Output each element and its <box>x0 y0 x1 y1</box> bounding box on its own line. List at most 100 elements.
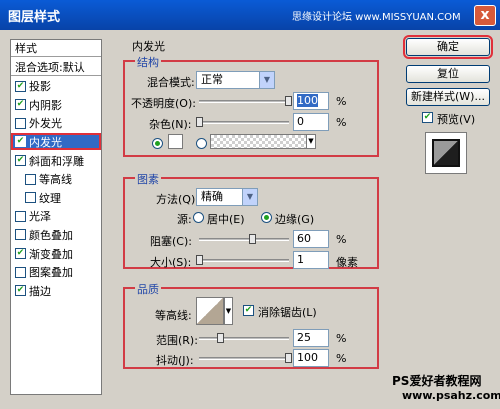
close-button[interactable]: x <box>474 5 496 26</box>
sidebar-checkbox[interactable] <box>25 192 36 204</box>
structure-legend: 结构 <box>135 54 161 70</box>
range-label: 范围(R): <box>156 334 198 347</box>
sidebar-checkbox[interactable] <box>15 117 26 129</box>
new-style-button[interactable]: 新建样式(W)... <box>406 88 490 106</box>
range-unit: % <box>336 332 347 345</box>
noise-label: 杂色(N): <box>149 118 192 131</box>
sidebar-item[interactable]: 纹理 <box>11 189 101 206</box>
blend-mode-value: 正常 <box>201 73 223 86</box>
sidebar-item[interactable]: ✔ 渐变叠加 <box>11 245 101 262</box>
sidebar-item-label: 渐变叠加 <box>29 247 73 261</box>
opacity-slider-track[interactable] <box>199 100 289 103</box>
source-edge-label: 边缘(G) <box>275 213 315 226</box>
sidebar-checkbox[interactable] <box>25 173 36 185</box>
sidebar-item-label: 纹理 <box>39 191 61 205</box>
range-slider-thumb[interactable] <box>217 333 224 343</box>
source-center-label: 居中(E) <box>207 213 245 226</box>
sidebar-checkbox[interactable] <box>15 266 26 278</box>
gradient-picker[interactable]: ▼ <box>210 134 316 149</box>
chevron-down-icon: ▼ <box>242 189 257 205</box>
method-value: 精确 <box>201 190 223 203</box>
noise-slider-track[interactable] <box>199 121 289 124</box>
sidebar-item[interactable]: ✔ 内阴影 <box>11 96 101 113</box>
footer-watermark-line2: www.psahz.com <box>402 389 500 402</box>
opacity-slider-thumb[interactable] <box>285 96 292 106</box>
sidebar-item-label: 斜面和浮雕 <box>29 154 84 168</box>
opacity-input[interactable]: 100 <box>293 92 329 110</box>
jitter-slider-track[interactable] <box>199 357 289 360</box>
contour-label: 等高线: <box>155 309 192 322</box>
preview-label: 预览(V) <box>437 113 476 126</box>
sidebar-item[interactable]: ✔ 投影 <box>11 78 101 95</box>
choke-slider-thumb[interactable] <box>249 234 256 244</box>
styles-header: 样式 <box>11 40 101 57</box>
jitter-input[interactable]: 100 <box>293 349 329 367</box>
sidebar-item-label: 光泽 <box>29 210 51 224</box>
size-unit: 像素 <box>336 256 358 269</box>
preview-checkbox[interactable]: ✔ <box>422 112 433 123</box>
source-edge-radio[interactable] <box>261 212 272 223</box>
method-label: 方法(Q): <box>156 193 199 206</box>
chevron-down-icon: ▼ <box>306 135 315 148</box>
sidebar-item[interactable]: 混合选项:默认 <box>11 59 101 76</box>
sidebar-item[interactable]: 图案叠加 <box>11 264 101 281</box>
sidebar-checkbox[interactable]: ✔ <box>15 80 26 92</box>
jitter-unit: % <box>336 352 347 365</box>
blend-mode-label: 混合模式: <box>147 76 195 89</box>
title-bar: 图层样式 思缘设计论坛 www.MISSYUAN.COM x <box>0 0 500 30</box>
footer-watermark-line1: PS爱好者教程网 <box>392 374 482 388</box>
method-select[interactable]: 精确 ▼ <box>196 188 258 206</box>
noise-slider-thumb[interactable] <box>196 117 203 127</box>
styles-list: 样式 混合选项:默认 ✔ 投影 ✔ 内阴影 外发光 ✔ 内发光 ✔ 斜面和浮雕 等高线 纹理 光泽 颜色叠… <box>10 39 102 395</box>
range-input[interactable]: 25 <box>293 329 329 347</box>
sidebar-checkbox[interactable]: ✔ <box>15 285 26 297</box>
sidebar-item-label: 投影 <box>29 80 51 94</box>
sidebar-checkbox[interactable] <box>15 210 26 222</box>
sidebar-item[interactable]: 等高线 <box>11 171 101 188</box>
sidebar-checkbox[interactable]: ✔ <box>15 136 26 148</box>
size-input[interactable]: 1 <box>293 251 329 269</box>
ok-button[interactable]: 确定 <box>403 35 493 59</box>
antialias-label: 消除锯齿(L) <box>258 306 317 319</box>
sidebar-item[interactable]: ✔ 斜面和浮雕 <box>11 152 101 169</box>
noise-unit: % <box>336 116 347 129</box>
contour-picker[interactable] <box>196 297 224 325</box>
choke-input[interactable]: 60 <box>293 230 329 248</box>
elements-legend: 图素 <box>135 171 161 187</box>
gradient-radio[interactable] <box>196 138 207 149</box>
sidebar-item[interactable]: ✔ 描边 <box>11 282 101 299</box>
sidebar-item-label: 内阴影 <box>29 98 62 112</box>
sidebar-checkbox[interactable]: ✔ <box>15 155 26 166</box>
source-center-radio[interactable] <box>193 212 204 223</box>
watermark: 思缘设计论坛 www.MISSYUAN.COM <box>292 12 461 23</box>
opacity-unit: % <box>336 95 347 108</box>
jitter-slider-thumb[interactable] <box>285 353 292 363</box>
choke-slider-track[interactable] <box>199 238 289 241</box>
sidebar-checkbox[interactable] <box>15 229 26 241</box>
size-slider-track[interactable] <box>199 259 289 262</box>
contour-dropdown[interactable]: ▼ <box>224 297 233 325</box>
size-slider-thumb[interactable] <box>196 255 203 265</box>
preview-thumbnail <box>432 139 460 167</box>
noise-input[interactable]: 0 <box>293 113 329 131</box>
sidebar-item-label: 描边 <box>29 284 51 298</box>
sidebar-item[interactable]: ✔ 内发光 <box>11 133 101 151</box>
blend-mode-select[interactable]: 正常 ▼ <box>196 71 275 89</box>
antialias-checkbox[interactable]: ✔ <box>243 305 254 316</box>
chevron-down-icon: ▼ <box>259 72 274 88</box>
range-slider-track[interactable] <box>199 337 289 340</box>
sidebar-item[interactable]: 光泽 <box>11 208 101 225</box>
reset-button[interactable]: 复位 <box>406 65 490 83</box>
sidebar-item[interactable]: 外发光 <box>11 115 101 132</box>
style-preview <box>425 132 467 174</box>
sidebar-checkbox[interactable]: ✔ <box>15 99 26 111</box>
sidebar-item[interactable]: 颜色叠加 <box>11 226 101 243</box>
glow-color-swatch[interactable] <box>168 134 183 149</box>
jitter-label: 抖动(J): <box>156 354 194 367</box>
sidebar-item-label: 内发光 <box>29 135 62 149</box>
sidebar-item-label: 等高线 <box>39 173 72 187</box>
sidebar-checkbox[interactable]: ✔ <box>15 248 26 259</box>
sidebar-item-label: 混合选项:默认 <box>15 61 85 74</box>
solid-color-radio[interactable] <box>152 138 163 149</box>
quality-legend: 品质 <box>135 281 161 297</box>
